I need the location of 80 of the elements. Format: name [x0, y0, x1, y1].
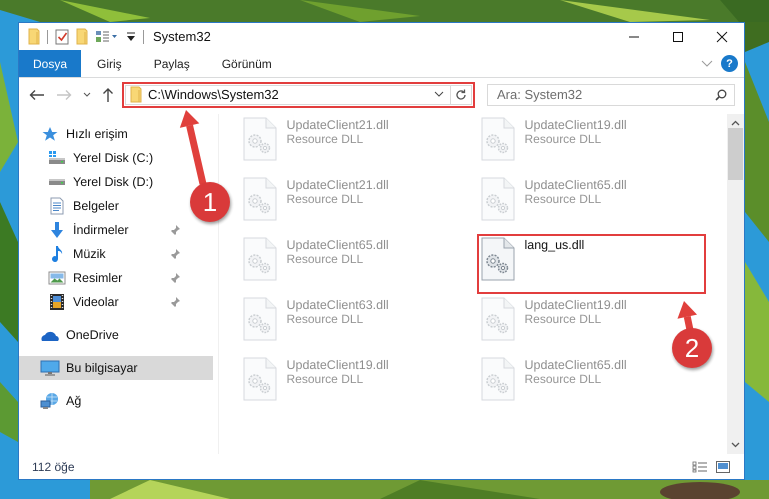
scroll-up-icon[interactable]: [731, 120, 740, 126]
nav-item[interactable]: Videolar: [19, 290, 184, 314]
details-view-icon[interactable]: [692, 460, 708, 472]
nav-item[interactable]: Bu bilgisayar: [19, 356, 213, 380]
dll-file-icon: [242, 237, 276, 281]
nav-item[interactable]: Resimler: [19, 266, 184, 290]
nav-label: İndirmeler: [73, 223, 130, 237]
folder-icon: [28, 28, 40, 45]
ribbon-tab[interactable]: Giriş: [81, 50, 138, 77]
document-icon: [49, 197, 65, 215]
refresh-icon[interactable]: [455, 88, 467, 100]
nav-item[interactable]: Belgeler: [19, 194, 184, 218]
dll-file-icon: [242, 177, 276, 221]
monitor-icon: [40, 360, 60, 376]
back-arrow-icon[interactable]: [29, 88, 45, 100]
ribbon-tab[interactable]: Paylaş: [138, 50, 206, 77]
nav-label: Müzik: [73, 247, 107, 261]
ribbon-tab[interactable]: Görünüm: [206, 50, 288, 77]
dll-file-icon: [480, 237, 514, 281]
dll-file-icon: [480, 357, 514, 401]
customize-caret-icon[interactable]: [126, 32, 136, 42]
window-title: System32: [153, 29, 211, 44]
properties-icon[interactable]: [55, 28, 69, 44]
ribbon-tab[interactable]: Dosya: [19, 50, 82, 77]
scrollbar-thumb[interactable]: [728, 128, 743, 180]
recent-caret-icon[interactable]: [83, 92, 91, 98]
file-type: Resource DLL: [286, 192, 364, 206]
file-type: Resource DLL: [524, 132, 602, 146]
nav-label: Belgeler: [73, 199, 120, 213]
nav-label: Videolar: [73, 295, 120, 309]
network-globe-icon: [40, 392, 60, 410]
close-icon[interactable]: [716, 30, 728, 42]
dll-file-icon: [242, 357, 276, 401]
picture-icon: [48, 270, 66, 286]
nav-item[interactable]: Yerel Disk (D:): [19, 170, 184, 194]
help-button[interactable]: ?: [721, 55, 738, 72]
nav-item[interactable]: İndirmeler: [19, 218, 184, 242]
folder-icon: [130, 86, 142, 103]
nav-item[interactable]: Yerel Disk (C:): [19, 146, 184, 170]
film-icon: [49, 293, 65, 311]
nav-item[interactable]: Müzik: [19, 242, 184, 266]
dll-file-icon: [242, 117, 276, 161]
large-icons-view-icon[interactable]: [716, 460, 730, 472]
file-type: Resource DLL: [524, 192, 602, 206]
download-arrow-icon: [48, 221, 66, 239]
dll-file-icon: [480, 177, 514, 221]
dll-file-icon: [480, 297, 514, 341]
scrollbar[interactable]: [727, 114, 744, 454]
scroll-down-icon[interactable]: [731, 442, 740, 448]
file-type: Resource DLL: [286, 252, 364, 266]
address-bar[interactable]: C:\Windows\System32: [125, 84, 472, 104]
drive-icon: [48, 151, 66, 165]
nav-label: Yerel Disk (D:): [73, 175, 154, 189]
view-options-icon[interactable]: [95, 30, 119, 44]
dll-file-icon: [242, 297, 276, 341]
file-name[interactable]: lang_us.dll: [524, 238, 584, 252]
file-type: Resource DLL: [286, 372, 364, 386]
nav-label: Resimler: [73, 271, 124, 285]
music-note-icon: [50, 245, 64, 263]
nav-label: Ağ: [66, 394, 82, 408]
nav-item[interactable]: Hızlı erişim: [19, 122, 213, 146]
star-icon: [41, 126, 59, 142]
chevron-down-icon[interactable]: [434, 91, 444, 98]
arrow: [677, 301, 698, 331]
drive-icon: [48, 178, 66, 186]
maximize-icon[interactable]: [672, 30, 684, 42]
dll-file-icon: [480, 117, 514, 161]
address-path: C:\Windows\System32: [148, 87, 280, 102]
file-type: Resource DLL: [524, 312, 602, 326]
file-type: Resource DLL: [286, 132, 364, 146]
item-count: 112 öğe: [32, 460, 74, 474]
file-type: Resource DLL: [286, 312, 364, 326]
nav-label: Bu bilgisayar: [66, 361, 139, 375]
nav-label: Yerel Disk (C:): [73, 151, 154, 165]
nav-label: OneDrive: [66, 328, 120, 342]
nav-item[interactable]: Ağ: [19, 389, 213, 413]
up-arrow-icon[interactable]: [102, 86, 114, 102]
file-type: Resource DLL: [524, 372, 602, 386]
nav-item[interactable]: OneDrive: [19, 323, 213, 347]
nav-label: Hızlı erişim: [66, 127, 129, 141]
